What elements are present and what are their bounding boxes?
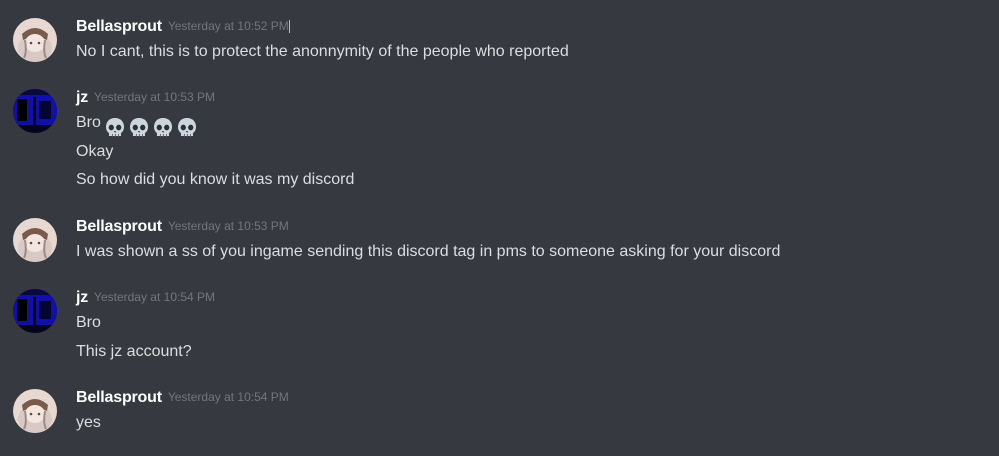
- jz-avatar-icon: [13, 89, 57, 133]
- message-header: Bellasprout Yesterday at 10:52 PM: [76, 18, 290, 38]
- message-text: yes: [76, 414, 101, 431]
- skull-emoji-icon[interactable]: [104, 117, 126, 139]
- timestamp: Yesterday at 10:54 PM: [94, 290, 216, 304]
- message-text: Bro: [76, 314, 101, 331]
- username[interactable]: Bellasprout: [76, 389, 162, 406]
- message-text-with-emoji: Bro: [76, 112, 200, 137]
- message-text: Okay: [76, 143, 114, 160]
- message-header: Bellasprout Yesterday at 10:53 PM: [76, 218, 289, 238]
- avatar[interactable]: [13, 18, 57, 62]
- avatar[interactable]: [13, 89, 57, 133]
- timestamp: Yesterday at 10:54 PM: [167, 390, 289, 404]
- message-text: So how did you know it was my discord: [76, 171, 355, 188]
- bellasprout-avatar-icon: [13, 18, 57, 62]
- bellasprout-avatar-icon: [13, 218, 57, 262]
- skull-emoji-icon[interactable]: [176, 117, 198, 139]
- bellasprout-avatar-icon: [13, 389, 57, 433]
- avatar[interactable]: [13, 289, 57, 333]
- username[interactable]: jz: [76, 289, 88, 306]
- username[interactable]: Bellasprout: [76, 218, 162, 235]
- message-text: This jz account?: [76, 343, 192, 360]
- timestamp: Yesterday at 10:53 PM: [94, 90, 216, 104]
- message-header: jz Yesterday at 10:54 PM: [76, 289, 215, 309]
- timestamp: Yesterday at 10:53 PM: [167, 219, 289, 233]
- message-header: Bellasprout Yesterday at 10:54 PM: [76, 389, 289, 409]
- username[interactable]: Bellasprout: [76, 18, 162, 35]
- skull-emoji-icon[interactable]: [128, 117, 150, 139]
- avatar[interactable]: [13, 218, 57, 262]
- skull-emoji-icon[interactable]: [152, 117, 174, 139]
- message-text: Bro: [76, 114, 101, 131]
- message-text: No I cant, this is to protect the anonny…: [76, 43, 569, 60]
- message-header: jz Yesterday at 10:53 PM: [76, 89, 215, 109]
- emoji-row: [104, 117, 200, 139]
- jz-avatar-icon: [13, 289, 57, 333]
- message-text: I was shown a ss of you ingame sending t…: [76, 243, 781, 260]
- timestamp: Yesterday at 10:52 PM: [167, 19, 289, 33]
- avatar[interactable]: [13, 389, 57, 433]
- username[interactable]: jz: [76, 89, 88, 106]
- chat-messages: Bellasprout Yesterday at 10:52 PM No I ca…: [0, 0, 999, 456]
